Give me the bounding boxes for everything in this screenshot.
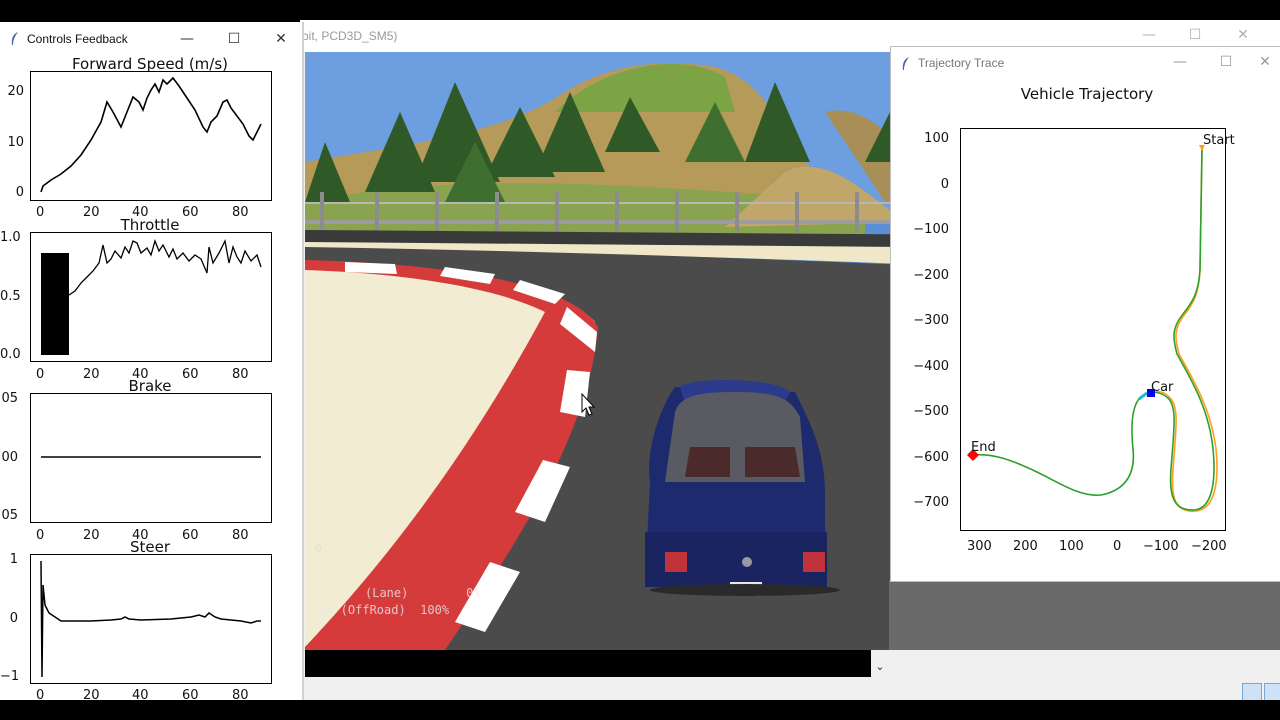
brake-ytick: 05 <box>1 508 18 523</box>
throttle-plot-axes <box>30 232 272 362</box>
controls-feedback-window: Controls Feedback — ☐ ✕ Forward Speed (m… <box>0 22 304 703</box>
throttle-ytick: 0.5 <box>0 289 21 304</box>
throttle-plot-line <box>41 238 262 355</box>
steer-xtick: 80 <box>232 688 249 703</box>
screen-top-band <box>0 0 1280 20</box>
trajectory-xtick: 200 <box>1013 539 1038 554</box>
speed-ytick: 10 <box>7 135 24 150</box>
taskbar-window-icon[interactable] <box>1264 683 1280 701</box>
trajectory-title-bar[interactable]: Trajectory Trace — ☐ ✕ <box>891 47 1280 81</box>
simulator-overlay-line-1: (Lane) 0% <box>365 586 481 600</box>
trajectory-plot-axes: Start Car End <box>960 128 1235 531</box>
simulator-overlay-line-2: on (OffRoad) 100% <box>319 603 450 617</box>
trajectory-xtick: 100 <box>1059 539 1084 554</box>
trajectory-ytick: −100 <box>913 222 949 237</box>
trajectory-close-button[interactable]: ✕ <box>1249 47 1280 77</box>
chevron-down-icon[interactable]: ⌄ <box>871 650 889 677</box>
simulator-lower-panel <box>889 650 1280 700</box>
trajectory-xtick: 0 <box>1113 539 1122 554</box>
throttle-ytick: 1.0 <box>0 230 21 245</box>
trajectory-ytick: 100 <box>924 131 949 146</box>
controls-title-bar[interactable]: Controls Feedback — ☐ ✕ <box>0 22 302 56</box>
steer-xtick: 20 <box>83 688 100 703</box>
trajectory-ytick: −300 <box>913 313 949 328</box>
trajectory-title: Trajectory Trace <box>918 56 1005 70</box>
simulator-title: bit, PCD3D_SM5) <box>302 29 398 43</box>
steer-ytick: 1 <box>9 552 18 567</box>
speed-ytick: 0 <box>15 185 24 200</box>
planned-path <box>1150 148 1218 512</box>
trajectory-xtick: −200 <box>1191 539 1227 554</box>
simulator-viewport-margin <box>889 580 1280 650</box>
trajectory-ytick: −400 <box>913 359 949 374</box>
taskbar-app-icon[interactable] <box>1242 683 1262 701</box>
trajectory-xtick: −100 <box>1143 539 1179 554</box>
controls-title: Controls Feedback <box>27 32 128 46</box>
throttle-ytick: 0.0 <box>0 347 21 362</box>
brake-plot-axes <box>30 393 272 523</box>
brake-ytick: 05 <box>1 391 18 406</box>
end-annotation: End <box>971 440 996 455</box>
steer-plot-line <box>40 560 261 678</box>
actual-path <box>972 148 1215 511</box>
steer-xtick: 40 <box>132 688 149 703</box>
trajectory-maximize-button[interactable]: ☐ <box>1203 47 1249 77</box>
controls-close-button[interactable]: ✕ <box>258 24 304 54</box>
screen-bottom-band <box>0 700 1280 720</box>
simulator-status-bar <box>305 650 871 677</box>
steer-ytick: 0 <box>9 611 18 626</box>
trajectory-ytick: −700 <box>913 495 949 510</box>
trajectory-ytick: −500 <box>913 404 949 419</box>
controls-maximize-button[interactable]: ☐ <box>211 24 257 54</box>
steer-xtick: 60 <box>182 688 199 703</box>
trajectory-trace-window: Trajectory Trace — ☐ ✕ Vehicle Trajector… <box>890 46 1280 582</box>
trajectory-plot-title: Vehicle Trajectory <box>1020 85 1154 103</box>
trajectory-minimize-button[interactable]: — <box>1157 47 1203 77</box>
speed-plot-line <box>40 76 262 193</box>
trajectory-xtick: 300 <box>967 539 992 554</box>
trajectory-ytick: 0 <box>940 177 949 192</box>
svg-text:0: 0 <box>315 542 322 555</box>
steer-ytick: −1 <box>0 669 20 684</box>
trajectory-ytick: −200 <box>913 268 949 283</box>
steer-xtick: 0 <box>36 688 45 703</box>
car-annotation: Car <box>1151 380 1174 395</box>
start-annotation: Start <box>1203 133 1235 148</box>
brake-plot-line <box>41 456 261 458</box>
feather-icon <box>902 57 909 70</box>
trajectory-plot <box>967 145 1218 512</box>
feather-icon <box>11 32 18 45</box>
speed-ytick: 20 <box>7 84 24 99</box>
steer-plot-axes <box>30 554 272 684</box>
trajectory-ytick: −600 <box>913 450 949 465</box>
brake-ytick: 00 <box>1 450 18 465</box>
controls-minimize-button[interactable]: — <box>164 24 210 54</box>
speed-plot-axes <box>30 71 272 201</box>
